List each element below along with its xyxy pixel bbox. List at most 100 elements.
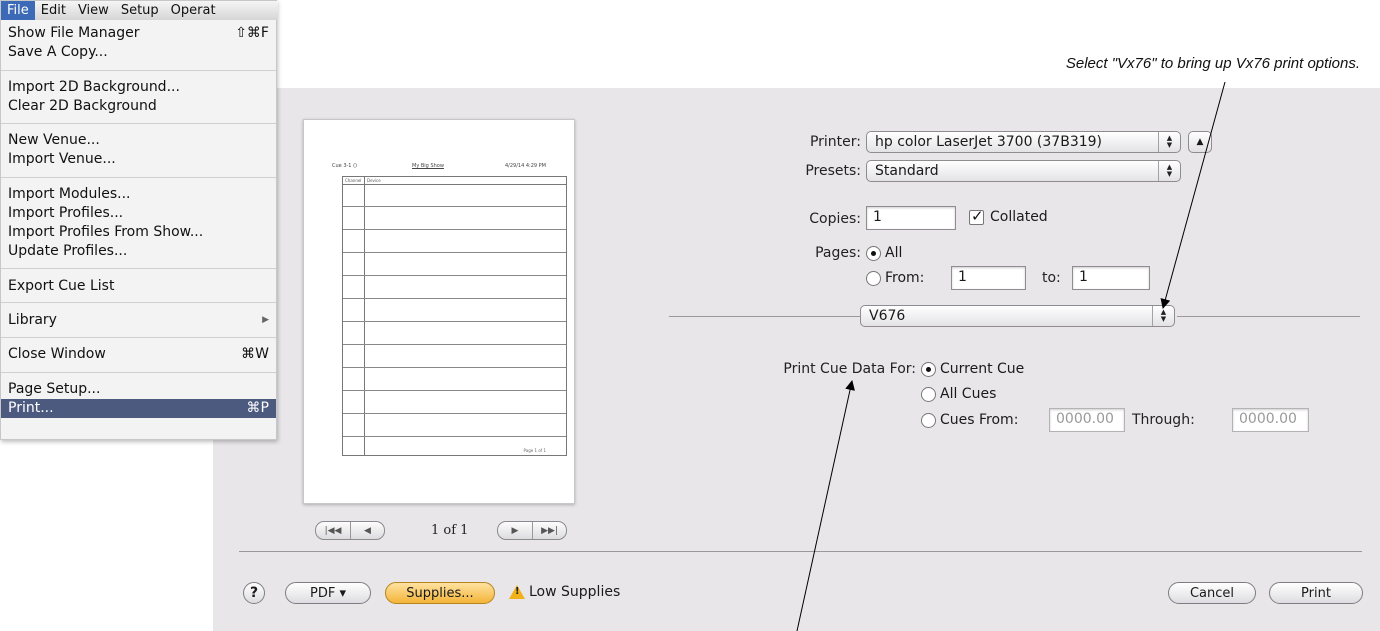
preview-header-center: My Big Show bbox=[412, 163, 444, 169]
printer-value: hp color LaserJet 3700 (37B319) bbox=[875, 134, 1103, 150]
print-preview: Cue 3-1 () My Big Show 4/29/14 4:29 PM C… bbox=[303, 119, 575, 504]
menu-file[interactable]: File bbox=[1, 1, 35, 20]
through-field[interactable]: 0000.00 bbox=[1232, 408, 1309, 432]
next-page-button[interactable]: ▶ bbox=[498, 522, 532, 539]
pages-from-radio[interactable] bbox=[866, 270, 881, 286]
menu-item-save-a-copy[interactable]: Save A Copy... bbox=[1, 43, 276, 62]
first-page-button[interactable]: |◀◀ bbox=[316, 522, 350, 539]
menu-item-import-venue[interactable]: Import Venue... bbox=[1, 150, 276, 169]
cues-from-label: Cues From: bbox=[940, 412, 1019, 428]
all-cues-option[interactable]: All Cues bbox=[921, 386, 996, 402]
menu-item-clear-2d-background[interactable]: Clear 2D Background bbox=[1, 97, 276, 116]
all-cues-label: All Cues bbox=[940, 386, 997, 402]
menu-separator bbox=[1, 337, 276, 338]
print-button[interactable]: Print bbox=[1269, 582, 1363, 604]
low-supplies-warning: Low Supplies bbox=[509, 584, 620, 600]
help-button[interactable]: ? bbox=[243, 582, 265, 604]
menu-edit[interactable]: Edit bbox=[35, 1, 72, 20]
menu-operate[interactable]: Operat bbox=[165, 1, 222, 20]
preview-nav-forward: ▶ ▶▶| bbox=[497, 521, 567, 540]
preview-row-line bbox=[343, 344, 566, 345]
menu-separator bbox=[1, 123, 276, 124]
preview-header-right: 4/29/14 4:29 PM bbox=[504, 163, 546, 169]
pages-from-field[interactable]: 1 bbox=[951, 266, 1026, 290]
preview-row-line bbox=[343, 436, 566, 437]
supplies-button[interactable]: Supplies... bbox=[385, 582, 495, 604]
preview-row-line bbox=[343, 275, 566, 276]
last-page-button[interactable]: ▶▶| bbox=[532, 522, 566, 539]
pages-from-option[interactable]: From: bbox=[866, 270, 924, 286]
presets-popup[interactable]: Standard ▲ ▼ bbox=[866, 160, 1181, 182]
popup-arrows-icon: ▲ ▼ bbox=[1152, 306, 1174, 326]
menu-view[interactable]: View bbox=[72, 1, 115, 20]
printer-popup[interactable]: hp color LaserJet 3700 (37B319) ▲ ▼ bbox=[866, 131, 1181, 153]
preview-header: Cue 3-1 () My Big Show 4/29/14 4:29 PM bbox=[332, 163, 546, 171]
print-dialog: Cue 3-1 () My Big Show 4/29/14 4:29 PM C… bbox=[213, 88, 1380, 631]
file-menu: File Edit View Setup Operat Show File Ma… bbox=[0, 0, 278, 440]
popup-arrows-icon: ▲ ▼ bbox=[1158, 132, 1180, 152]
preview-row-line bbox=[343, 229, 566, 230]
preview-header-left: Cue 3-1 () bbox=[332, 163, 357, 169]
pages-label: Pages: bbox=[815, 245, 861, 261]
shortcut-label: ⌘W bbox=[241, 346, 269, 362]
preview-row-line bbox=[343, 252, 566, 253]
preview-row-line bbox=[343, 321, 566, 322]
copies-field[interactable]: 1 bbox=[866, 206, 956, 230]
shortcut-label: ⌘P bbox=[246, 400, 269, 416]
preview-table-header: Channel Device bbox=[343, 177, 566, 185]
preview-nav-back: |◀◀ ◀ bbox=[315, 521, 385, 540]
submenu-arrow-icon: ▶ bbox=[262, 315, 269, 325]
cue-data-label: Print Cue Data For: bbox=[783, 361, 916, 377]
all-cues-radio[interactable] bbox=[921, 386, 936, 402]
menu-separator bbox=[1, 177, 276, 178]
menu-item-show-file-manager[interactable]: Show File Manager ⇧⌘F bbox=[1, 24, 276, 43]
panel-options-popup[interactable]: V676 ▲ ▼ bbox=[860, 305, 1175, 327]
page-count: 1 of 1 bbox=[431, 523, 469, 538]
pages-all-label: All bbox=[885, 245, 903, 261]
pages-all-option[interactable]: All bbox=[866, 245, 902, 261]
presets-value: Standard bbox=[875, 163, 939, 179]
previous-page-button[interactable]: ◀ bbox=[350, 522, 384, 539]
current-cue-label: Current Cue bbox=[940, 361, 1025, 377]
pages-to-field[interactable]: 1 bbox=[1072, 266, 1150, 290]
menu-item-close-window[interactable]: Close Window ⌘W bbox=[1, 345, 276, 364]
menu-item-import-2d-background[interactable]: Import 2D Background... bbox=[1, 78, 276, 97]
pages-from-label: From: bbox=[885, 270, 925, 286]
warning-icon bbox=[509, 585, 525, 599]
current-cue-radio[interactable] bbox=[921, 361, 936, 377]
collated-checkbox-row[interactable]: Collated bbox=[969, 207, 1048, 225]
section-divider-right bbox=[1177, 316, 1360, 317]
preview-row-line bbox=[343, 298, 566, 299]
menu-item-import-modules[interactable]: Import Modules... bbox=[1, 185, 276, 204]
low-supplies-label: Low Supplies bbox=[529, 584, 621, 600]
preview-col-channel: Channel bbox=[345, 178, 362, 183]
menu-item-import-profiles-from-show[interactable]: Import Profiles From Show... bbox=[1, 223, 276, 242]
triangle-up-icon: ▲ bbox=[1196, 137, 1204, 147]
pdf-button[interactable]: PDF ▾ bbox=[285, 582, 371, 604]
cancel-button[interactable]: Cancel bbox=[1168, 582, 1256, 604]
pages-to-label: to: bbox=[1042, 270, 1061, 286]
menu-item-page-setup[interactable]: Page Setup... bbox=[1, 380, 276, 399]
cues-from-option[interactable]: Cues From: bbox=[921, 412, 1018, 428]
preview-col-device: Device bbox=[367, 178, 381, 183]
footer-divider bbox=[239, 551, 1362, 552]
cues-from-radio[interactable] bbox=[921, 412, 936, 428]
menu-item-import-profiles[interactable]: Import Profiles... bbox=[1, 204, 276, 223]
panel-options-value: V676 bbox=[869, 308, 906, 324]
menu-item-print[interactable]: Print... ⌘P bbox=[1, 399, 276, 418]
menu-item-export-cue-list[interactable]: Export Cue List bbox=[1, 277, 276, 296]
pages-all-radio[interactable] bbox=[866, 245, 881, 261]
cues-from-field[interactable]: 0000.00 bbox=[1049, 408, 1125, 432]
menu-item-new-venue[interactable]: New Venue... bbox=[1, 131, 276, 150]
collated-checkbox[interactable] bbox=[969, 207, 984, 225]
printer-label: Printer: bbox=[809, 134, 861, 150]
preview-row-line bbox=[343, 390, 566, 391]
menu-item-library[interactable]: Library ▶ bbox=[1, 311, 276, 330]
current-cue-option[interactable]: Current Cue bbox=[921, 361, 1024, 377]
menu-setup[interactable]: Setup bbox=[115, 1, 165, 20]
preview-table: Channel Device bbox=[342, 176, 567, 456]
preview-row-line bbox=[343, 367, 566, 368]
menu-bar: File Edit View Setup Operat bbox=[1, 1, 278, 20]
expand-dialog-button[interactable]: ▲ bbox=[1188, 131, 1212, 153]
menu-item-update-profiles[interactable]: Update Profiles... bbox=[1, 242, 276, 261]
